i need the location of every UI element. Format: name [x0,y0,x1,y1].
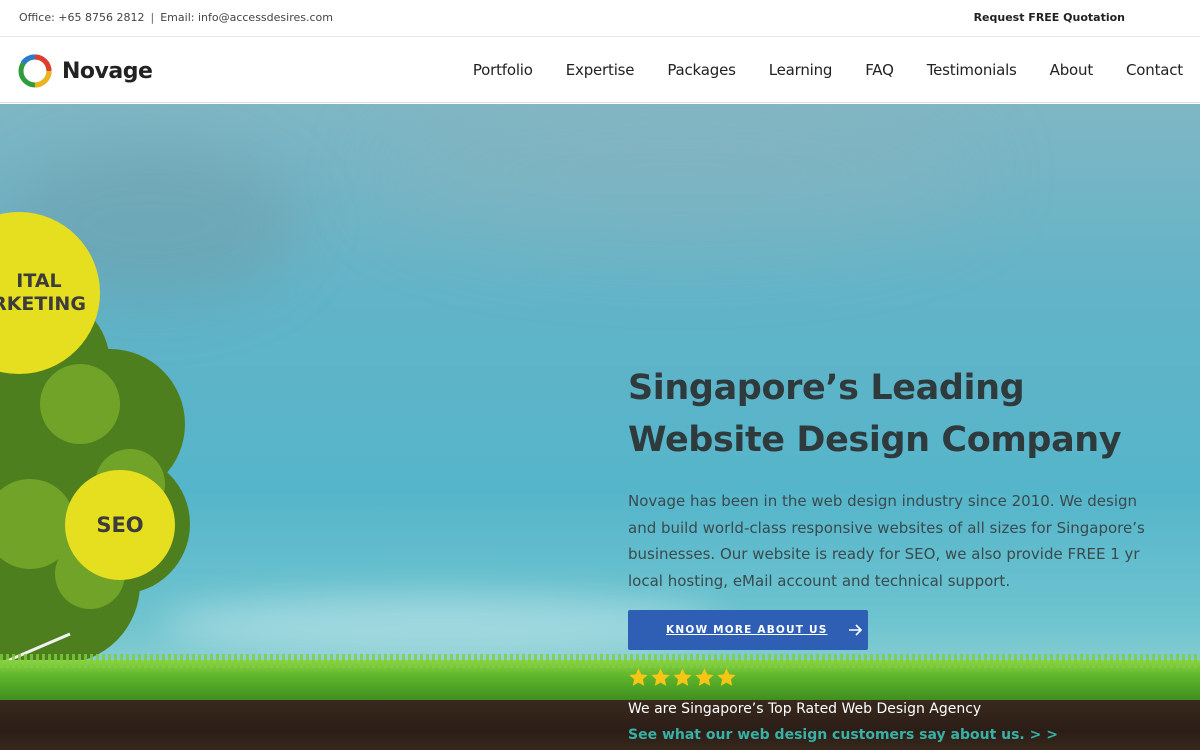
nav-contact[interactable]: Contact [1126,61,1183,79]
arrow-right-icon [849,624,863,636]
nav-about[interactable]: About [1050,61,1094,79]
hero-headline: Singapore’s Leading Website Design Compa… [628,362,1122,466]
bubble-text-line-2: RKETING [0,293,86,315]
nav-faq[interactable]: FAQ [865,61,894,79]
cta-label: KNOW MORE ABOUT US [666,624,828,636]
headline-line-1: Singapore’s Leading [628,368,1025,408]
star-icon [629,668,648,686]
rating-stars [628,667,738,688]
star-icon [651,668,670,686]
star-icon [717,668,736,686]
logo-text: Novage [62,58,153,84]
hero-banner: ITAL RKETING SEO Singapore’s Leading Web… [0,104,1200,750]
know-more-button[interactable]: KNOW MORE ABOUT US [628,610,868,650]
grass-blades [0,654,1200,668]
sky-haze [380,104,980,244]
top-bar: Office: +65 8756 2812 | Email: info@access… [0,0,1200,37]
contact-separator: | [150,11,155,24]
contact-info: Office: +65 8756 2812 | Email: info@access… [19,11,333,24]
hero-description: Novage has been in the web design indust… [628,492,1145,590]
contact-email[interactable]: Email: info@accessdesires.com [160,11,333,24]
request-quotation-link[interactable]: Request FREE Quotation [974,11,1125,24]
main-nav: Portfolio Expertise Packages Learning FA… [440,61,1183,79]
logo-ring-icon [18,54,52,88]
office-phone: Office: +65 8756 2812 [19,11,145,24]
nav-expertise[interactable]: Expertise [566,61,635,79]
nav-learning[interactable]: Learning [769,61,833,79]
testimonials-link[interactable]: See what our web design customers say ab… [628,727,1058,743]
seo-bubble: SEO [65,470,175,580]
logo[interactable]: Novage [17,53,153,89]
agency-tagline: We are Singapore’s Top Rated Web Design … [628,701,982,717]
nav-packages[interactable]: Packages [667,61,736,79]
star-icon [673,668,692,686]
nav-portfolio[interactable]: Portfolio [473,61,533,79]
headline-line-2: Website Design Company [628,420,1122,460]
site-header: Novage Portfolio Expertise Packages Lear… [0,37,1200,103]
star-icon [695,668,714,686]
nav-testimonials[interactable]: Testimonials [927,61,1017,79]
bubble-text-line-1: ITAL [16,270,62,292]
